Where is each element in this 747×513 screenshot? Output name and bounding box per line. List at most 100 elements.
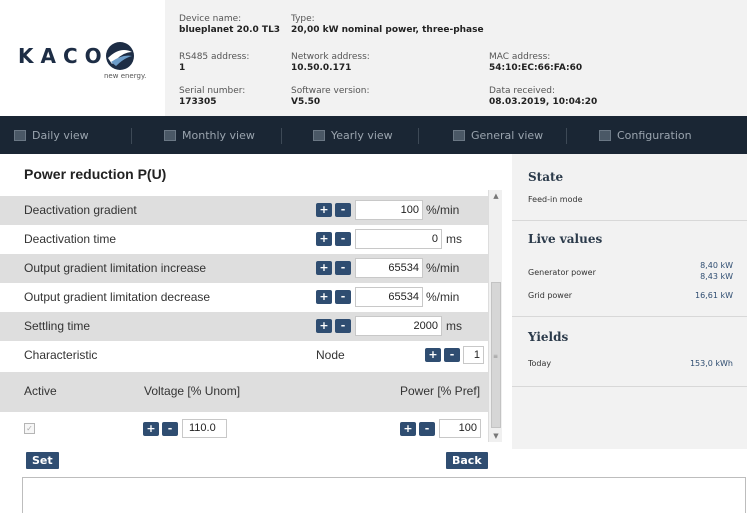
type-label: Type: [291, 14, 315, 24]
nav-divider [281, 128, 282, 144]
scrollbar-thumb[interactable]: ≡ [491, 282, 501, 428]
column-active: Active [24, 384, 57, 398]
setting-label: Settling time [24, 319, 91, 333]
nav-yearly-label: Yearly view [331, 128, 393, 142]
characteristic-label: Characteristic [24, 348, 98, 362]
today-label: Today [528, 359, 552, 368]
unit-label: %/min [426, 290, 460, 304]
voltage-input[interactable]: 110.0 [182, 419, 227, 438]
mac-block: MAC address: 54:10:EC:66:FA:60 [489, 52, 582, 74]
setting-row-characteristic: Characteristic Node + - 1 [0, 341, 488, 370]
scroll-down-arrow-icon[interactable]: ▼ [489, 430, 503, 442]
voltage-increment-button[interactable]: + [143, 422, 159, 436]
type-block: Type: 20,00 kW nominal power, three-phas… [291, 14, 484, 36]
node-label: Node [316, 348, 345, 362]
increment-button[interactable]: + [316, 261, 332, 275]
node-input[interactable]: 1 [463, 346, 484, 364]
logo-wordmark: KACO [18, 44, 109, 68]
network-block: Network address: 10.50.0.171 [291, 52, 370, 74]
deactivation-gradient-input[interactable]: 100 [355, 200, 423, 220]
active-checkbox[interactable]: ✓ [24, 423, 35, 434]
back-button[interactable]: Back [446, 452, 488, 469]
software-label: Software version: [291, 86, 370, 96]
settling-time-input[interactable]: 2000 [355, 316, 442, 336]
voltage-decrement-button[interactable]: - [162, 422, 178, 436]
nav-divider [418, 128, 419, 144]
nav-monthly-label: Monthly view [182, 128, 255, 142]
header: KACO new energy. Device name: blueplanet… [0, 0, 747, 116]
node-decrement-button[interactable]: - [444, 348, 460, 362]
generator-power-value-1: 8,40 kW [700, 261, 733, 270]
setting-row-deactivation-time: Deactivation time + - 0 ms [0, 225, 488, 254]
power-input[interactable]: 100 [439, 419, 481, 438]
received-value: 08.03.2019, 10:04:20 [489, 97, 598, 107]
setting-label: Output gradient limitation increase [24, 261, 207, 275]
unit-label: ms [446, 232, 462, 246]
status-sidebar: State Feed-in mode Live values Generator… [512, 154, 747, 449]
increment-button[interactable]: + [316, 232, 332, 246]
nav-general-view[interactable]: General view [453, 116, 543, 154]
message-area [22, 477, 746, 513]
decrement-button[interactable]: - [335, 290, 351, 304]
decrement-button[interactable]: - [335, 261, 351, 275]
logo-tagline: new energy. [104, 72, 147, 80]
setting-row-gradient-decrease: Output gradient limitation decrease + - … [0, 283, 488, 312]
power-decrement-button[interactable]: - [419, 422, 435, 436]
gradient-increase-input[interactable]: 65534 [355, 258, 423, 278]
logo-swirl-icon [106, 42, 134, 70]
setting-label: Output gradient limitation decrease [24, 290, 211, 304]
scroll-up-arrow-icon[interactable]: ▲ [489, 190, 503, 202]
gradient-decrease-input[interactable]: 65534 [355, 287, 423, 307]
column-power: Power [% Pref] [400, 384, 481, 398]
nav-general-label: General view [471, 128, 544, 142]
device-name-value: blueplanet 20.0 TL3 [179, 25, 281, 35]
characteristic-table-row: ✓ + - 110.0 + - 100 [0, 414, 488, 442]
unit-label: %/min [426, 203, 460, 217]
node-increment-button[interactable]: + [425, 348, 441, 362]
received-block: Data received: 08.03.2019, 10:04:20 [489, 86, 597, 108]
nav-configuration[interactable]: Configuration [599, 116, 692, 154]
live-values-title: Live values [528, 232, 603, 246]
nav-yearly-view[interactable]: Yearly view [313, 116, 393, 154]
network-label: Network address: [291, 52, 370, 62]
increment-button[interactable]: + [316, 319, 332, 333]
grid-power-label: Grid power [528, 291, 573, 300]
unit-label: %/min [426, 261, 460, 275]
decrement-button[interactable]: - [335, 203, 351, 217]
divider [512, 316, 747, 317]
deactivation-time-input[interactable]: 0 [355, 229, 442, 249]
setting-label: Deactivation time [24, 232, 117, 246]
generator-power-value-2: 8,43 kW [700, 272, 733, 281]
setting-row-deactivation-gradient: Deactivation gradient + - 100 %/min [0, 196, 488, 225]
serial-block: Serial number: 173305 [179, 86, 245, 108]
yields-title: Yields [528, 330, 569, 344]
nav-divider [566, 128, 567, 144]
today-value: 153,0 kWh [689, 359, 733, 368]
increment-button[interactable]: + [316, 290, 332, 304]
power-increment-button[interactable]: + [400, 422, 416, 436]
setting-label: Deactivation gradient [24, 203, 137, 217]
device-name-block: Device name: blueplanet 20.0 TL3 [179, 14, 280, 36]
rs485-value: 1 [179, 63, 186, 73]
decrement-button[interactable]: - [335, 319, 351, 333]
setting-row-gradient-increase: Output gradient limitation increase + - … [0, 254, 488, 283]
state-value: Feed-in mode [528, 195, 583, 204]
divider [512, 386, 747, 387]
page-title: Power reduction P(U) [24, 166, 167, 182]
mac-value: 54:10:EC:66:FA:60 [489, 63, 583, 73]
serial-label: Serial number: [179, 86, 246, 96]
set-button[interactable]: Set [26, 452, 59, 469]
nav-divider [131, 128, 132, 144]
received-label: Data received: [489, 86, 555, 96]
network-value: 10.50.0.171 [291, 63, 352, 73]
setting-row-settling-time: Settling time + - 2000 ms [0, 312, 488, 341]
unit-label: ms [446, 319, 462, 333]
decrement-button[interactable]: - [335, 232, 351, 246]
main-nav: Daily view Monthly view Yearly view Gene… [0, 116, 747, 154]
generator-power-label: Generator power [528, 268, 596, 277]
increment-button[interactable]: + [316, 203, 332, 217]
nav-monthly-view[interactable]: Monthly view [164, 116, 255, 154]
nav-daily-view[interactable]: Daily view [14, 116, 89, 154]
settings-scrollbar[interactable]: ▲ ≡ ▼ [488, 190, 502, 442]
state-title: State [528, 170, 564, 184]
